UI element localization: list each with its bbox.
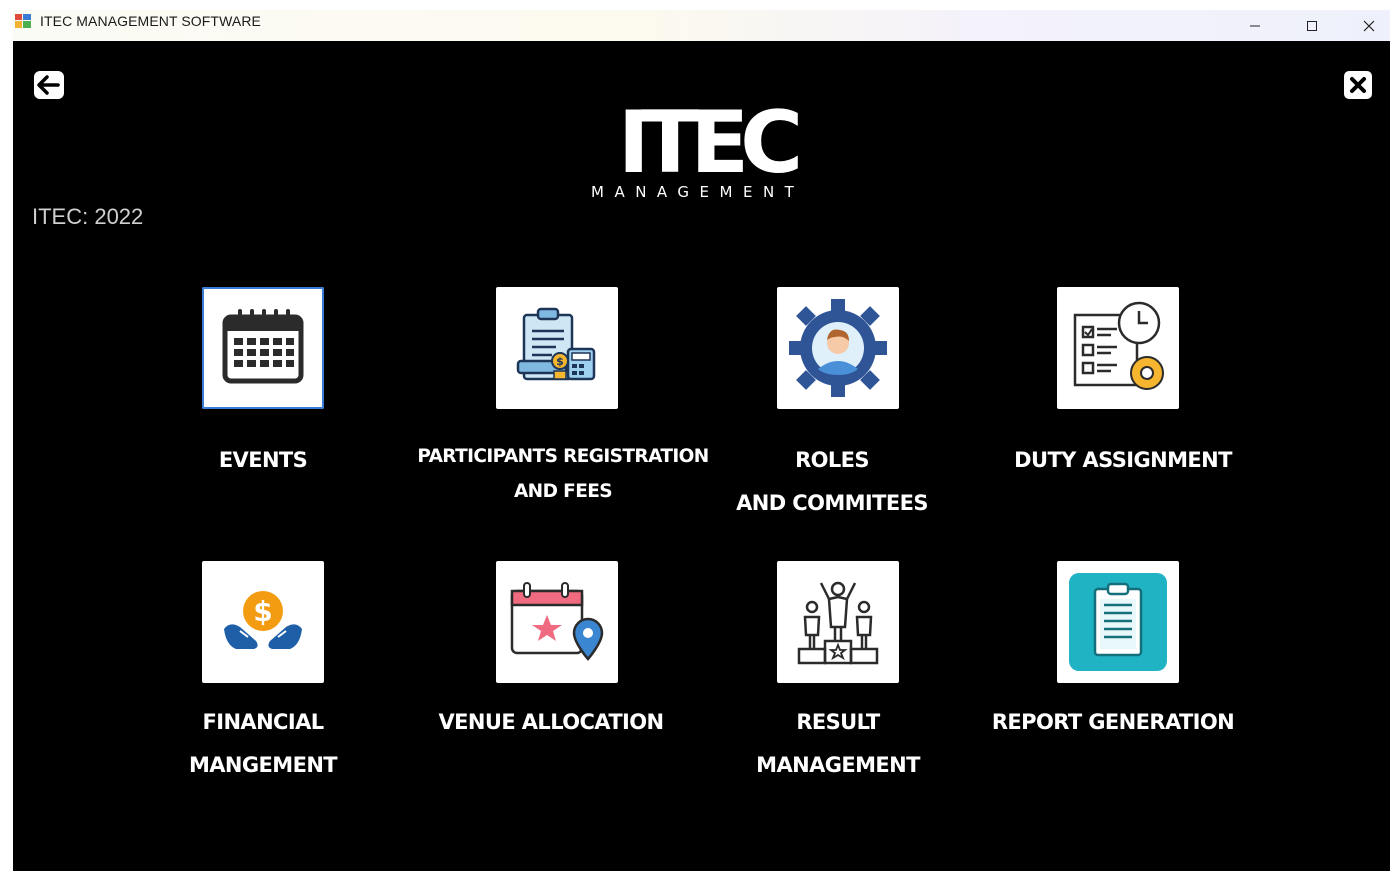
participants-registration-label[interactable]: PARTICIPANTS REGISTRATION AND FEES (403, 439, 723, 509)
svg-text:$: $ (556, 355, 564, 368)
minimize-button[interactable] (1232, 10, 1278, 41)
roles-committees-tile[interactable] (777, 287, 899, 409)
events-tile[interactable] (202, 287, 324, 409)
svg-text:$: $ (253, 595, 272, 628)
close-icon (1363, 20, 1375, 31)
calendar-location-icon (510, 582, 604, 661)
report-generation-tile[interactable] (1057, 561, 1179, 683)
venue-allocation-label[interactable]: VENUE ALLOCATION (421, 701, 681, 744)
maximize-icon (1307, 20, 1317, 31)
app-window: ITEC MANAGEMENT SOFTWARE ITEC MANAGEMENT… (13, 10, 1390, 871)
close-x-icon[interactable] (1343, 70, 1373, 100)
year-label: ITEC: 2022 (32, 204, 144, 229)
calendar-icon (222, 309, 304, 384)
report-clipboard-icon (1069, 573, 1167, 671)
minimize-icon (1250, 25, 1260, 26)
financial-management-label[interactable]: FINANCIAL MANGEMENT (153, 701, 373, 787)
registration-clipboard-icon: $ (516, 307, 596, 381)
gear-person-icon (789, 299, 887, 397)
report-generation-label[interactable]: REPORT GENERATION (973, 701, 1253, 744)
roles-committees-label[interactable]: ROLES AND COMMITEES (723, 439, 941, 525)
checklist-clock-icon (1073, 301, 1164, 390)
events-label[interactable]: EVENTS (163, 439, 363, 482)
podium-icon (797, 581, 879, 665)
arrow-left-icon[interactable] (33, 70, 65, 100)
venue-allocation-tile[interactable] (496, 561, 618, 683)
financial-management-tile[interactable]: $ (202, 561, 324, 683)
result-management-label[interactable]: RESULT MANAGEMENT (729, 701, 947, 787)
participants-registration-tile[interactable]: $ (496, 287, 618, 409)
maximize-button[interactable] (1289, 10, 1335, 41)
logo-subtitle: MANAGEMENT (591, 183, 805, 201)
window-title: ITEC MANAGEMENT SOFTWARE (40, 13, 261, 29)
close-window-button[interactable] (1346, 10, 1390, 41)
hands-dollar-icon: $ (224, 591, 302, 649)
result-management-tile[interactable] (777, 561, 899, 683)
duty-assignment-label[interactable]: DUTY ASSIGNMENT (993, 439, 1253, 482)
logo-text: ITEC (618, 96, 798, 193)
duty-assignment-tile[interactable] (1057, 287, 1179, 409)
app-icon (15, 14, 31, 28)
title-bar[interactable]: ITEC MANAGEMENT SOFTWARE (13, 10, 1390, 41)
